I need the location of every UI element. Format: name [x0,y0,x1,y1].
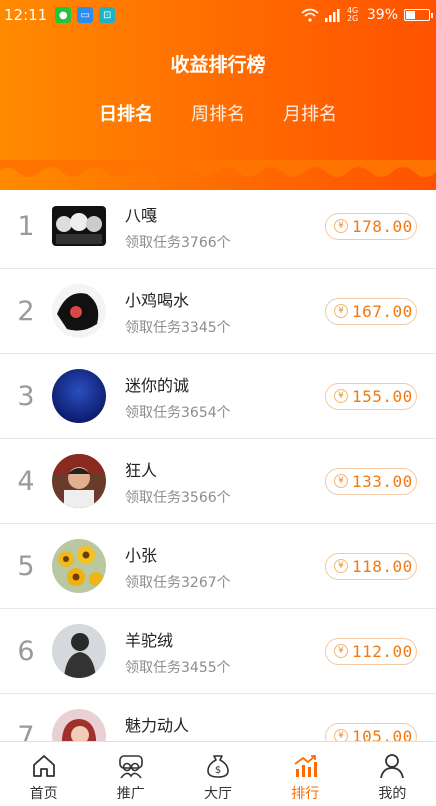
list-item[interactable]: 2 小鸡喝水 领取任务3345个 ¥ 167.00 [0,269,436,354]
status-time: 12:11 [4,6,48,24]
battery-percent: 39% [366,7,398,23]
signal-icon [324,9,340,22]
tab-label: 排行 [291,786,320,802]
task-count: 领取任务3267个 [125,575,231,591]
task-count: 领取任务3654个 [125,405,231,421]
person-icon [380,754,405,779]
amount-value: 112.00 [352,641,413,661]
yen-icon: ¥ [334,304,348,318]
svg-text:$: $ [215,765,221,776]
rank-number: 4 [17,465,35,497]
yen-icon: ¥ [334,644,348,658]
list-item[interactable]: 1 八嘎 领取任务3766个 ¥ 178.00 [0,184,436,269]
rank-number: 3 [17,380,35,412]
amount-badge: ¥ 167.00 [325,297,417,325]
rank-number: 1 [17,210,35,242]
task-count: 领取任务3345个 [125,320,231,336]
list-item[interactable]: 5 小张 领取任务3267个 ¥ 118.00 [0,524,436,609]
rank-tabs: 日排名 周排名 月排名 [0,98,436,128]
tab-monthly[interactable]: 月排名 [283,98,337,128]
user-name: 小鸡喝水 [125,291,190,310]
tab-mine[interactable]: 我的 [349,742,436,806]
avatar [52,454,106,508]
user-name: 八嘎 [125,206,158,225]
task-count: 领取任务3566个 [125,490,231,506]
amount-badge: ¥ 178.00 [325,212,417,240]
wechat-icon: ● [55,7,72,23]
avatar [52,284,106,338]
amount-badge: ¥ 118.00 [325,552,417,580]
tab-hall[interactable]: $ 大厅 [174,742,261,806]
amount-value: 178.00 [352,216,413,236]
avatar [52,624,106,678]
amount-badge: ¥ 155.00 [325,382,417,410]
wave-divider [0,160,436,177]
battery-icon [404,9,433,21]
user-name: 魅力动人 [125,716,190,735]
rank-number: 5 [17,550,35,582]
yen-icon: ¥ [334,389,348,403]
status-right: 4G 2G 39% [301,6,433,23]
tab-label: 首页 [29,786,58,802]
tab-label: 我的 [378,786,407,802]
yen-icon: ¥ [334,474,348,488]
yen-icon: ¥ [334,219,348,233]
yen-icon: ¥ [334,559,348,573]
page-title: 收益排行榜 [170,54,266,76]
list-item[interactable]: 4 狂人 领取任务3566个 ¥ 133.00 [0,439,436,524]
list-item[interactable]: 6 羊驼绒 领取任务3455个 ¥ 112.00 [0,609,436,694]
money-bag-icon: $ [207,755,229,778]
user-name: 羊驼绒 [125,631,174,650]
amount-badge: ¥ 133.00 [325,467,417,495]
network-type: 4G 2G [346,6,359,23]
tab-home[interactable]: 首页 [0,742,87,806]
avatar [52,369,106,423]
tab-promote[interactable]: 推广 [87,742,174,806]
amount-value: 133.00 [352,471,413,491]
tab-label: 推广 [116,786,145,802]
tab-weekly[interactable]: 周排名 [191,98,245,128]
avatar [52,206,106,246]
list-item[interactable]: 3 迷你的诚 领取任务3654个 ¥ 155.00 [0,354,436,439]
user-name: 狂人 [125,461,158,480]
ranking-list: 1 八嘎 领取任务3766个 ¥ 178.00 2 小鸡喝水 领取任务3345个… [0,184,436,779]
rank-number: 6 [17,635,35,667]
status-bar: 12:11 ● ▭ ⊡ 4G 2G 39% [0,0,436,30]
tab-label: 大厅 [204,786,232,802]
avatar [52,539,106,593]
task-count: 领取任务3766个 [125,235,231,251]
users-icon [118,755,143,779]
bottom-tab-bar: 首页 推广 $ 大厅 排行 我的 [0,741,436,806]
wifi-icon [301,8,319,22]
header: 12:11 ● ▭ ⊡ 4G 2G 39% 收益排行榜 日排名 周排名 月排名 [0,0,436,190]
user-name: 小张 [125,546,158,565]
rank-number: 2 [17,295,35,327]
user-name: 迷你的诚 [125,376,190,395]
home-icon [32,755,55,777]
amount-value: 167.00 [352,301,413,321]
amount-value: 118.00 [352,556,413,576]
tab-daily[interactable]: 日排名 [99,98,153,128]
task-count: 领取任务3455个 [125,660,231,676]
scan-icon: ⊡ [99,7,116,23]
tab-ranking[interactable]: 排行 [262,742,349,806]
amount-value: 155.00 [352,386,413,406]
chart-trend-icon [294,755,318,777]
message-icon: ▭ [77,7,94,23]
amount-badge: ¥ 112.00 [325,637,417,665]
